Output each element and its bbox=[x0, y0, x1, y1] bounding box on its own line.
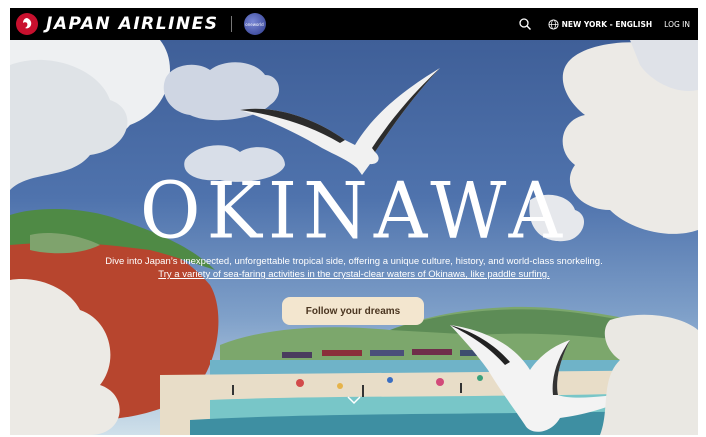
page-frame: JAPAN AIRLINES oneworld NEW YORK - ENGLI… bbox=[10, 8, 698, 435]
hero-banner: OKINAWA Dive into Japan’s unexpected, un… bbox=[10, 40, 698, 435]
nav-divider bbox=[230, 16, 232, 32]
brand-name[interactable]: JAPAN AIRLINES bbox=[46, 14, 219, 34]
globe-icon bbox=[548, 18, 559, 30]
locale-selector[interactable]: NEW YORK - ENGLISH bbox=[548, 18, 653, 30]
oneworld-logo-icon[interactable]: oneworld bbox=[243, 13, 266, 35]
search-icon[interactable] bbox=[518, 17, 532, 31]
top-navigation-bar: JAPAN AIRLINES oneworld NEW YORK - ENGLI… bbox=[10, 8, 698, 40]
follow-your-dreams-button[interactable]: Follow your dreams bbox=[282, 297, 424, 325]
paddle-surfing-link[interactable]: Try a variety of sea-faring activities i… bbox=[158, 269, 549, 280]
login-link[interactable]: LOG IN bbox=[664, 20, 690, 29]
locale-label: NEW YORK - ENGLISH bbox=[561, 19, 653, 29]
scroll-down-chevron-icon[interactable] bbox=[347, 395, 361, 405]
hero-description: Dive into Japan’s unexpected, unforgetta… bbox=[100, 255, 608, 281]
hero-title: OKINAWA bbox=[139, 165, 569, 257]
jal-crane-logo-icon[interactable] bbox=[16, 13, 38, 35]
hero-description-text: Dive into Japan’s unexpected, unforgetta… bbox=[105, 256, 603, 267]
